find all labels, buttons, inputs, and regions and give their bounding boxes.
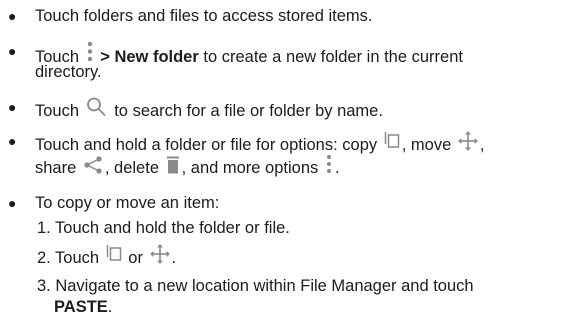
bullet-text-delete: , delete [104,159,159,177]
bullet-text-share: share [35,159,77,177]
step-1: 1. Touch and hold the folder or file. [37,219,290,237]
step-text-mid: or [128,249,143,267]
move-icon [457,131,478,151]
bullet-text-rest: to create a new folder in the current [203,48,463,66]
bullet-dot: ● [8,43,17,59]
bullet-text-end: , [479,136,485,154]
copy-icon [106,244,122,264]
more-vert-icon [86,41,94,63]
copy-icon [384,131,400,151]
bullet-text-prefix: Touch [35,102,80,120]
bullet-text-continued: directory. [35,63,102,81]
search-icon [86,97,108,117]
step-3-line-2: PASTE. [54,297,112,318]
step-2: 2. Touch or . [37,244,176,269]
bullet-dot: ● [8,133,17,149]
paste-label: PASTE [54,298,108,316]
bullet-dot: ● [8,8,17,24]
menu-path-new-folder: > New folder [100,48,199,66]
step-3-line-1: 3. Navigate to a new location within Fil… [37,277,474,295]
more-vert-icon [325,154,333,174]
bullet-text: To copy or move an item: [35,194,220,212]
bullet-text-more: , and more options [181,159,319,177]
bullet-text-end: . [334,159,340,177]
bullet-text-rest: to search for a file or folder by name. [114,102,383,120]
bullet-text-prefix: Touch and hold a folder or file for opti… [35,136,378,154]
delete-icon [166,156,180,174]
bullet-dot: ● [8,195,17,211]
step-text-prefix: 2. Touch [37,249,100,267]
bullet-dot: ● [8,99,17,115]
share-icon [83,156,103,174]
bullet-text-mid: , move [401,136,452,154]
bullet-text: Touch folders and files to access stored… [35,7,373,25]
step-text-end: . [171,249,177,267]
step-text-end: . [107,298,113,316]
move-icon [149,244,170,264]
